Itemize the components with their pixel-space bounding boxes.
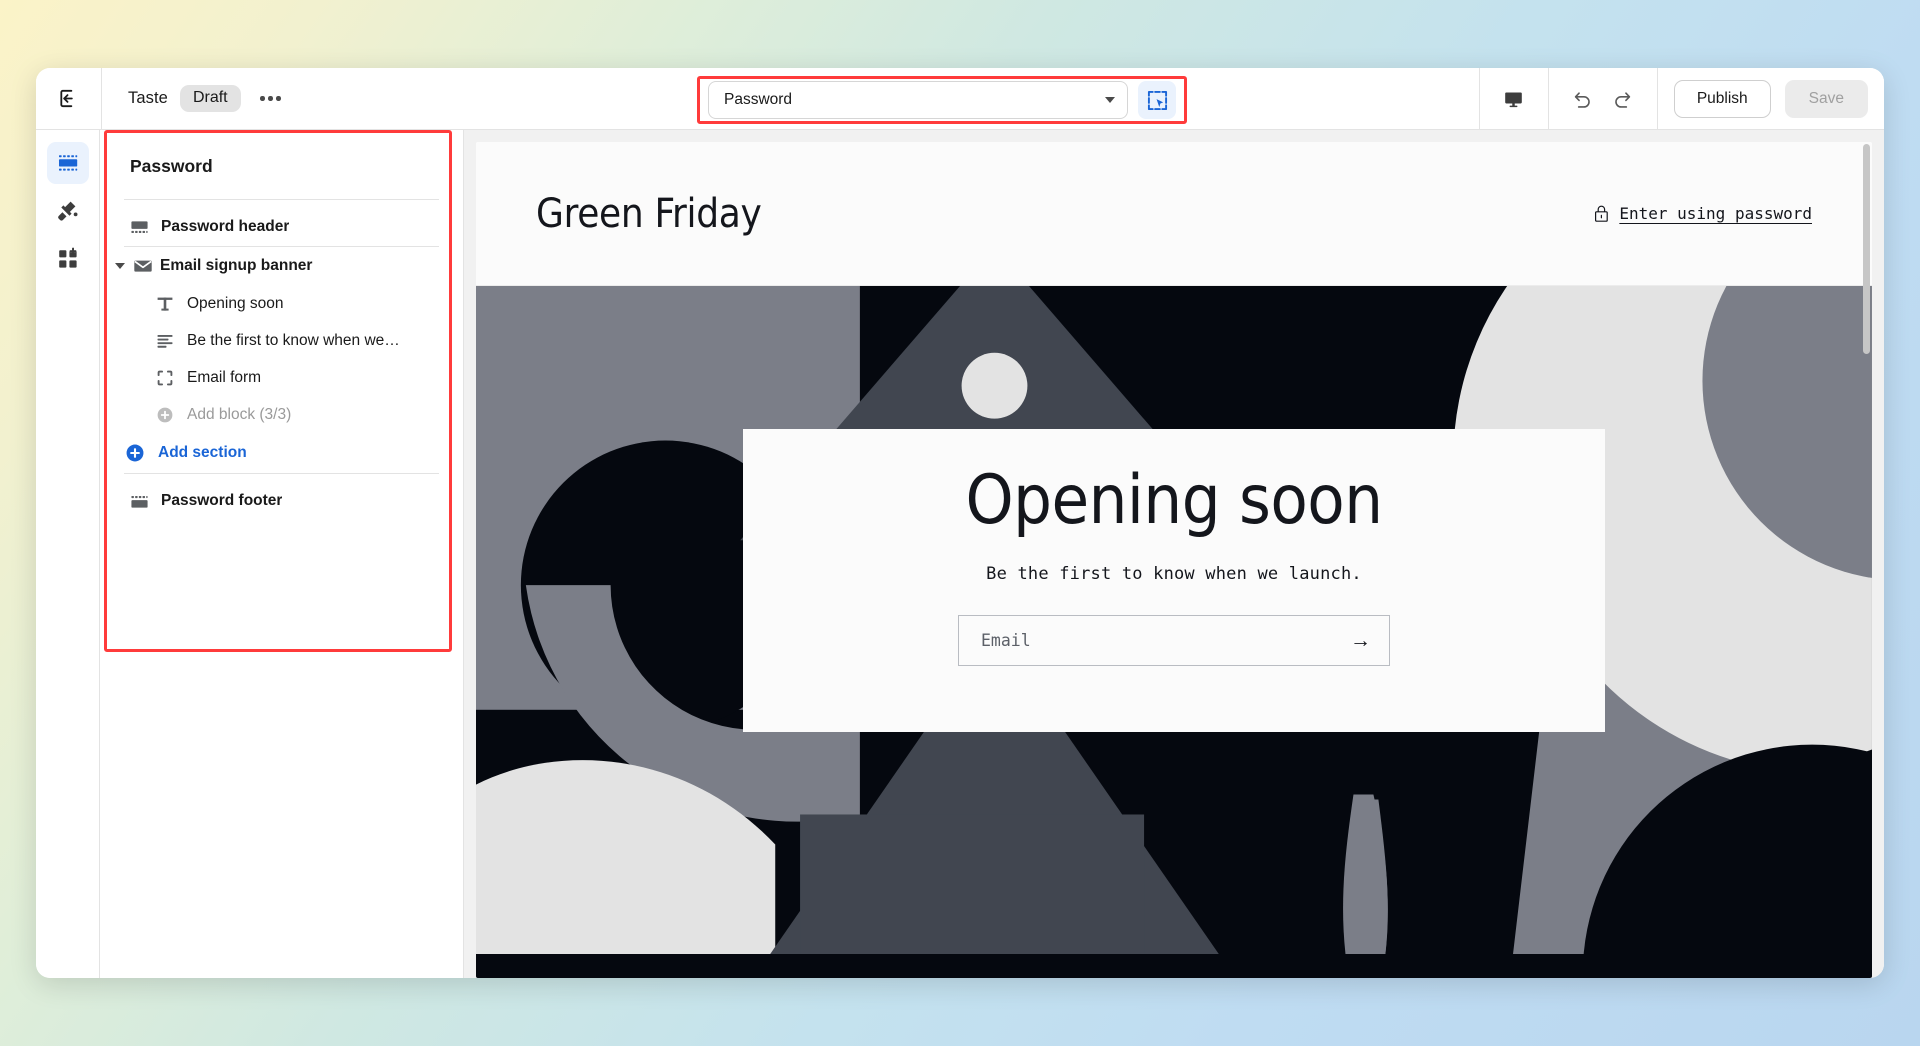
disclosure-triangle-down-icon[interactable] [115,263,125,269]
paragraph-icon [156,332,174,350]
undo-button[interactable] [1565,82,1601,116]
password-page-body: Opening soon Be the first to know when w… [476,286,1872,978]
lock-icon [1593,204,1610,223]
section-item-email-signup-banner[interactable]: Email signup banner [100,247,463,285]
section-label: Password footer [161,492,283,509]
block-item-heading[interactable]: Opening soon [100,285,463,322]
desktop-preview-button[interactable] [1496,82,1532,116]
left-icon-rail [36,130,100,978]
text-heading-icon [156,295,174,313]
block-label: Be the first to know when we… [187,331,400,349]
block-label: Opening soon [187,294,284,312]
section-label: Password header [161,218,290,235]
password-footer-icon [130,492,149,511]
block-item-paragraph[interactable]: Be the first to know when we… [100,322,463,359]
panel-title: Password [130,156,213,176]
form-block-icon [156,369,174,387]
editor-body: Password Password header Email signup ba… [36,130,1884,978]
store-name: Taste [128,89,168,107]
add-section-button[interactable]: Add section [100,433,463,473]
password-page-header: Green Friday Enter using password [476,142,1872,286]
more-options-icon [268,96,273,101]
block-item-email-form[interactable]: Email form [100,359,463,396]
toolbar-right-group: Publish Save [1478,68,1884,130]
block-label: Email form [187,368,262,386]
divider [124,473,439,474]
more-options-icon [260,96,265,101]
rail-item-sections[interactable] [46,142,89,184]
arrow-right-icon[interactable]: → [1350,630,1371,651]
more-options-icon [276,96,281,101]
desktop-preview-icon [1503,89,1524,110]
publish-group: Publish Save [1656,68,1884,130]
select-target-button[interactable] [1138,81,1176,119]
page-selector-highlight: Password [697,76,1187,124]
card-heading: Opening soon [965,461,1383,540]
section-label: Email signup banner [160,257,313,274]
page-selector-dropdown[interactable]: Password [708,81,1128,119]
exit-to-store-button[interactable] [36,68,102,130]
email-signup-card: Opening soon Be the first to know when w… [743,429,1605,732]
email-envelope-icon [133,256,153,276]
preview-area: Green Friday Enter using password Openin… [464,130,1884,978]
status-badge[interactable]: Draft [179,85,241,112]
apps-icon [56,247,80,271]
section-item-password-footer[interactable]: Password footer [100,482,463,520]
rail-item-theme-settings[interactable] [47,190,89,232]
email-signup-form[interactable]: Email → [958,615,1390,667]
sections-icon [56,151,80,175]
chevron-down-icon [1105,97,1115,103]
password-header-icon [130,218,149,237]
rail-item-apps[interactable] [47,238,89,280]
redo-icon [1611,88,1634,111]
shop-title: Green Friday [536,190,762,237]
redo-button[interactable] [1605,82,1641,116]
theme-settings-brush-icon [56,199,80,223]
sections-panel: Password Password header Email signup ba… [100,130,464,978]
section-item-password-header[interactable]: Password header [100,208,463,246]
add-block-label: Add block (3/3) [187,405,292,423]
enter-using-password-link[interactable]: Enter using password [1593,204,1812,223]
email-input-placeholder[interactable]: Email [981,631,1350,650]
add-circle-filled-icon [125,443,145,463]
publish-button[interactable]: Publish [1673,80,1771,118]
theme-editor-window: Taste Draft Password Publish Save Passwo… [36,68,1884,978]
save-button[interactable]: Save [1784,80,1868,118]
add-section-label: Add section [158,444,247,461]
divider [124,199,439,200]
select-target-icon [1147,90,1168,111]
top-toolbar: Taste Draft Password Publish Save [36,68,1884,130]
toolbar-left-group: Taste Draft [102,84,287,114]
more-options-button[interactable] [255,84,287,114]
page-selector-value: Password [724,91,793,108]
exit-to-store-icon [57,87,80,110]
undo-icon [1571,88,1594,111]
history-group [1547,68,1657,130]
storefront-preview: Green Friday Enter using password Openin… [476,142,1872,978]
add-circle-icon [156,406,174,424]
device-preview-group [1478,68,1548,130]
card-subheading: Be the first to know when we launch. [986,564,1362,585]
enter-using-password-label: Enter using password [1619,204,1812,223]
add-block-button[interactable]: Add block (3/3) [100,396,463,433]
preview-scrollbar[interactable] [1863,144,1870,354]
